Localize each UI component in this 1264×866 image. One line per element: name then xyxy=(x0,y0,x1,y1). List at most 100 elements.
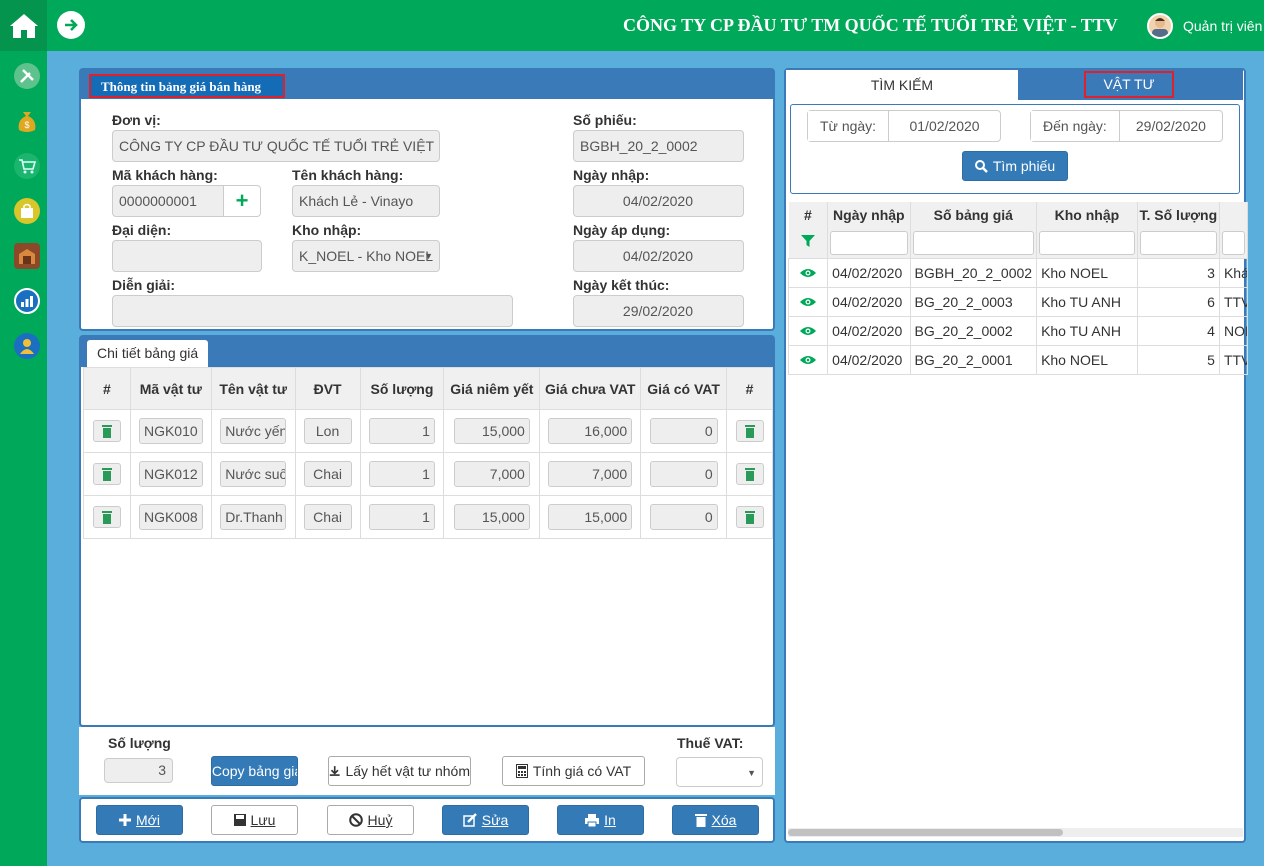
cell-kho-nhap: Kho TU ANH xyxy=(1036,286,1138,317)
eye-icon[interactable] xyxy=(800,268,817,278)
kho-nhap-value: K_NOEL - Kho NOEL xyxy=(299,248,434,264)
col-ten-vat-tu: Tên vật tư xyxy=(210,367,296,410)
cancel-button[interactable]: Huỷ xyxy=(327,805,414,835)
delete-row-button[interactable] xyxy=(92,420,121,442)
copy-price-button[interactable]: Copy bảng giá xyxy=(211,756,298,786)
detail-footer: Số lượng 3 Copy bảng giá Lấy hết vật tư … xyxy=(79,727,775,795)
sidebar: $ xyxy=(0,51,47,866)
table-row[interactable]: 04/02/2020 BG_20_2_0002 Kho TU ANH 4 NOE… xyxy=(787,315,1249,346)
filter-so-luong[interactable] xyxy=(1139,230,1217,255)
table-row[interactable]: 04/02/2020 BGBH_20_2_0002 Kho NOEL 3 Khá… xyxy=(787,257,1249,288)
delete-button[interactable]: Xóa xyxy=(672,805,759,835)
from-date-input[interactable]: 01/02/2020 xyxy=(889,111,1000,141)
home-button[interactable] xyxy=(0,0,47,51)
cell-kho-nhap: Kho NOEL xyxy=(1036,344,1138,375)
printer-icon xyxy=(585,813,600,827)
ten-vat-tu-input[interactable]: Nước suối xyxy=(220,461,287,487)
calc-vat-button[interactable]: Tính giá có VAT xyxy=(502,756,645,786)
tools-icon[interactable] xyxy=(14,63,40,89)
gia-chua-vat-input[interactable]: 7,000 xyxy=(548,461,633,487)
filter-cell xyxy=(827,228,911,259)
gia-co-vat-input[interactable]: 0 xyxy=(649,418,718,444)
so-luong-input[interactable]: 1 xyxy=(368,504,435,530)
ten-khach-hang-field[interactable]: Khách Lẻ - Vinayo xyxy=(292,185,440,217)
tab-vat-tu[interactable]: VẬT TƯ xyxy=(1018,70,1243,100)
dvt-input[interactable]: Chai xyxy=(303,504,352,530)
shopping-bag-icon[interactable] xyxy=(14,198,40,224)
delete-row-button[interactable] xyxy=(92,463,121,485)
dien-giai-field[interactable] xyxy=(112,295,513,327)
dai-dien-field[interactable] xyxy=(112,240,262,272)
filter-extra[interactable] xyxy=(1221,230,1245,255)
ngay-nhap-label: Ngày nhập: xyxy=(573,167,650,183)
so-luong-total-field[interactable]: 3 xyxy=(104,758,173,783)
table-row[interactable]: 04/02/2020 BG_20_2_0003 Kho TU ANH 6 TTV xyxy=(787,286,1249,317)
get-all-items-button[interactable]: Lấy hết vật tư nhóm xyxy=(328,756,471,786)
gia-chua-vat-input[interactable]: 16,000 xyxy=(548,418,633,444)
report-chart-icon[interactable] xyxy=(14,288,40,314)
user-group-icon[interactable] xyxy=(14,333,40,359)
find-voucher-button[interactable]: Tìm phiếu xyxy=(962,151,1068,181)
kho-nhap-select[interactable]: K_NOEL - Kho NOEL ▼ xyxy=(292,240,440,272)
delete-row-button[interactable] xyxy=(92,506,121,528)
scrollbar-thumb[interactable] xyxy=(788,829,1063,836)
delete-row-button[interactable] xyxy=(735,463,764,485)
ma-vat-tu-input[interactable]: NGK012 xyxy=(138,461,203,487)
gia-niem-yet-input[interactable]: 7,000 xyxy=(453,461,530,487)
avatar[interactable] xyxy=(1147,13,1173,39)
user-name[interactable]: Quản trị viên xyxy=(1183,18,1262,34)
eye-icon[interactable] xyxy=(800,297,817,307)
col-ngay-nhap: Ngày nhập xyxy=(827,202,911,228)
warehouse-icon[interactable] xyxy=(14,243,40,269)
gia-niem-yet-input[interactable]: 15,000 xyxy=(453,504,530,530)
col-gia-chua-vat: Giá chưa VAT xyxy=(539,367,642,410)
cell-ngay-nhap: 04/02/2020 xyxy=(827,315,911,346)
tab-chi-tiet[interactable]: Chi tiết bảng giá xyxy=(87,340,209,367)
filter-icon[interactable] xyxy=(800,234,815,248)
so-phieu-field[interactable]: BGBH_20_2_0002 xyxy=(573,130,744,162)
trash-icon xyxy=(101,511,112,524)
save-button[interactable]: Lưu xyxy=(211,805,298,835)
delete-row-button[interactable] xyxy=(735,506,764,528)
filter-so-bang-gia[interactable] xyxy=(912,230,1035,255)
panel-header: Thông tin bảng giá bán hàng xyxy=(81,70,773,99)
thue-vat-select[interactable]: ▼ xyxy=(676,757,763,787)
cart-icon[interactable] xyxy=(14,153,40,179)
ten-vat-tu-input[interactable]: Dr.Thanh xyxy=(220,504,287,530)
gia-niem-yet-input[interactable]: 15,000 xyxy=(453,418,530,444)
col-index: # xyxy=(83,367,131,410)
to-date-input[interactable]: 29/02/2020 xyxy=(1120,111,1222,141)
so-luong-input[interactable]: 1 xyxy=(368,461,435,487)
edit-button[interactable]: Sửa xyxy=(442,805,529,835)
horizontal-scrollbar[interactable] xyxy=(788,828,1243,837)
add-customer-button[interactable]: + xyxy=(223,185,261,217)
eye-icon[interactable] xyxy=(800,326,817,336)
ngay-ap-dung-field[interactable]: 04/02/2020 xyxy=(573,240,744,272)
toggle-menu-button[interactable] xyxy=(57,11,85,39)
gia-co-vat-input[interactable]: 0 xyxy=(649,461,718,487)
gia-co-vat-input[interactable]: 0 xyxy=(649,504,718,530)
new-button[interactable]: Mới xyxy=(96,805,183,835)
so-luong-input[interactable]: 1 xyxy=(368,418,435,444)
ma-khach-hang-field[interactable]: 0000000001 xyxy=(112,185,224,217)
money-bag-icon[interactable]: $ xyxy=(14,108,40,134)
filter-ngay-nhap[interactable] xyxy=(830,230,908,255)
cell-so-luong: 6 xyxy=(1136,286,1220,317)
don-vi-field[interactable]: CÔNG TY CP ĐẦU TƯ QUỐC TẾ TUỔI TRẺ VIỆT xyxy=(112,130,440,162)
ten-vat-tu-input[interactable]: Nước yến xyxy=(220,418,287,444)
ma-vat-tu-input[interactable]: NGK010 xyxy=(138,418,203,444)
gia-chua-vat-input[interactable]: 15,000 xyxy=(548,504,633,530)
ngay-ket-thuc-field[interactable]: 29/02/2020 xyxy=(573,295,744,327)
eye-icon[interactable] xyxy=(800,355,817,365)
ngay-nhap-field[interactable]: 04/02/2020 xyxy=(573,185,744,217)
print-button[interactable]: In xyxy=(557,805,644,835)
table-row[interactable]: 04/02/2020 BG_20_2_0001 Kho NOEL 5 TTV xyxy=(787,344,1249,375)
delete-row-button[interactable] xyxy=(735,420,764,442)
ma-vat-tu-input[interactable]: NGK008 xyxy=(138,504,203,530)
dvt-input[interactable]: Chai xyxy=(303,461,352,487)
dvt-input[interactable]: Lon xyxy=(303,418,352,444)
tab-search[interactable]: TÌM KIẾM xyxy=(786,70,1018,100)
filter-kho-nhap[interactable] xyxy=(1039,230,1135,255)
search-form: Từ ngày: 01/02/2020 Đến ngày: 29/02/2020… xyxy=(790,104,1240,194)
cell-extra: NOEL xyxy=(1218,315,1249,346)
